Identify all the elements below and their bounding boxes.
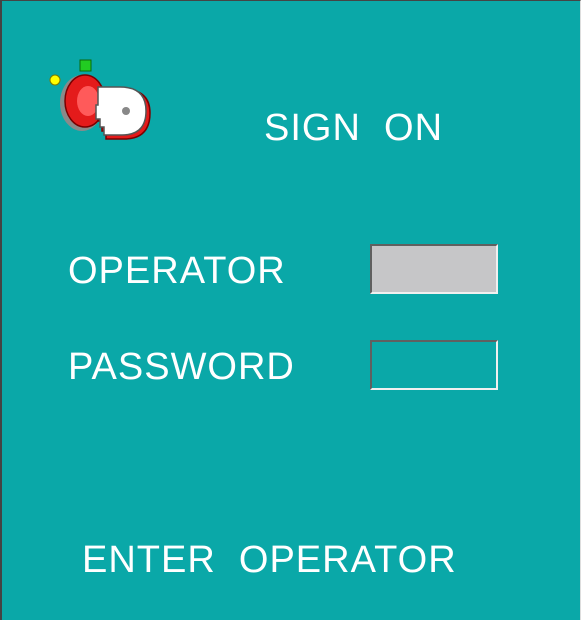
key-icon	[49, 59, 151, 140]
sign-on-screen: SIGN ON OPERATOR PASSWORD ENTER OPERATOR	[0, 0, 581, 620]
operator-label: OPERATOR	[68, 250, 286, 292]
operator-field[interactable]	[370, 244, 498, 294]
password-field[interactable]	[370, 340, 498, 390]
screen-title: SIGN ON	[264, 107, 444, 149]
status-message: ENTER OPERATOR	[82, 539, 457, 581]
password-label: PASSWORD	[68, 346, 295, 388]
